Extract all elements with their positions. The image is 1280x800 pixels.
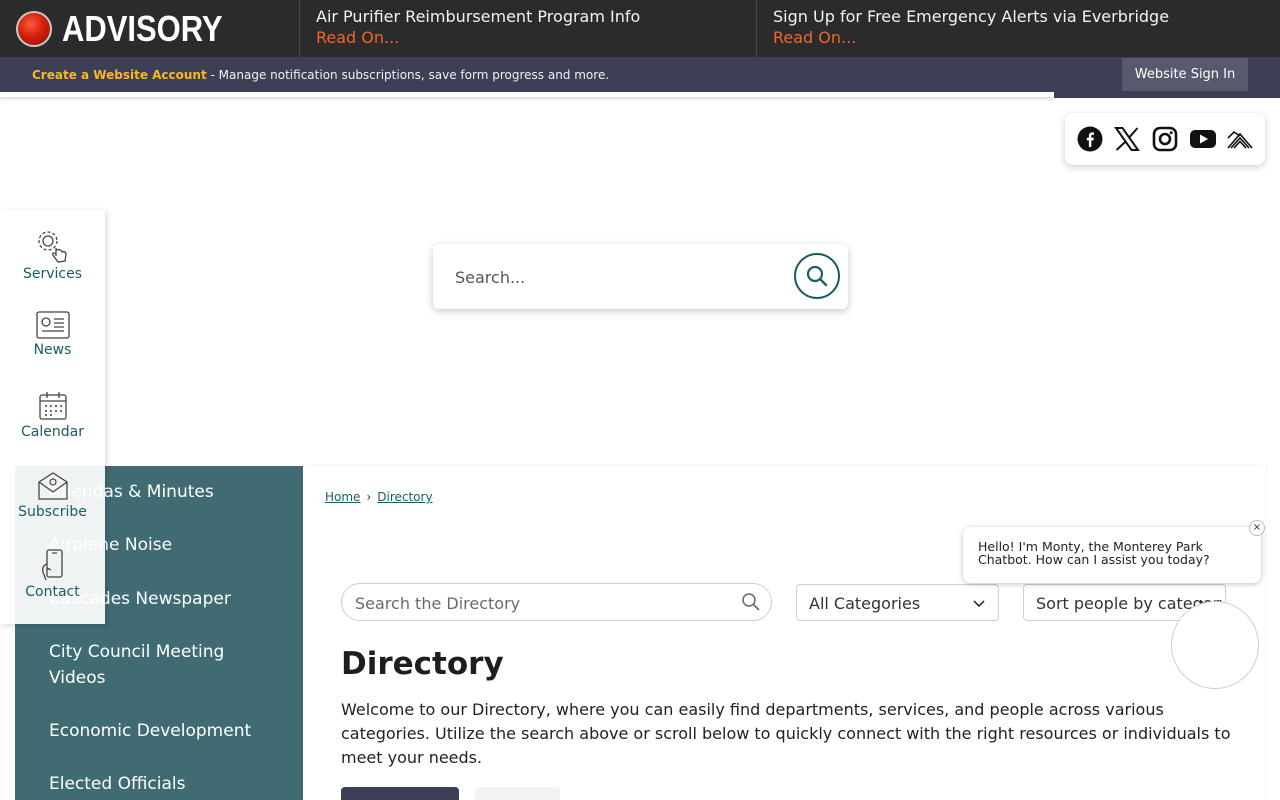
chevron-down-icon [972,595,986,614]
sign-in-button[interactable]: Website Sign In [1122,58,1248,91]
advisory-item-everbridge[interactable]: Sign Up for Free Emergency Alerts via Ev… [757,0,1280,57]
advisory-bar: ADVISORY Air Purifier Reimbursement Prog… [0,0,1280,57]
quick-link-calendar[interactable]: Calendar [0,390,105,440]
quick-link-label: Contact [25,584,80,600]
directory-search-input[interactable] [355,592,725,614]
search-button[interactable] [794,253,840,299]
advisory-item-title: Air Purifier Reimbursement Program Info [316,7,641,26]
newspaper-icon [35,311,70,339]
advisory-item-title: Sign Up for Free Emergency Alerts via Ev… [773,7,1170,26]
quick-links-panel: Services News Calendar Subscribe Contact [0,210,105,624]
x-icon[interactable] [1112,124,1142,154]
site-search [433,244,848,309]
gear-hand-icon [37,231,67,263]
main-content: Home › Directory All Categories Sort peo… [303,466,1265,800]
directory-tab-secondary[interactable] [475,787,560,800]
phone-icon [41,549,63,581]
quick-link-label: Subscribe [18,504,87,520]
envelope-icon [37,472,68,500]
advisory-title: ADVISORY [62,7,223,49]
nav-item-elected-officials[interactable]: Elected Officials [49,771,279,797]
quick-link-services[interactable]: Services [0,228,105,282]
create-account-link[interactable]: Create a Website Account [32,68,207,82]
quick-link-label: Services [22,266,83,282]
quick-link-label: News [33,342,72,358]
breadcrumb-directory[interactable]: Directory [377,490,432,504]
directory-search [341,583,772,621]
category-select[interactable]: All Categories [796,584,999,621]
advisory-label: ADVISORY [0,0,300,57]
quick-link-news[interactable]: News [0,310,105,358]
facebook-icon[interactable] [1075,124,1105,154]
header-divider [0,92,1054,97]
breadcrumb: Home › Directory [325,490,433,504]
instagram-icon[interactable] [1150,124,1180,154]
quick-link-label: Calendar [21,424,84,440]
alert-light-icon [16,10,52,47]
page-title: Directory [341,646,504,682]
read-more-link[interactable]: Read On... [316,27,740,48]
social-links [1065,113,1265,165]
read-more-link[interactable]: Read On... [773,27,1264,48]
breadcrumb-home[interactable]: Home [325,490,360,504]
quick-link-contact[interactable]: Contact [0,548,105,600]
youtube-icon[interactable] [1188,124,1218,154]
account-message: Create a Website Account - Manage notifi… [0,68,609,82]
nav-item-city-council-videos[interactable]: City Council Meeting Videos [49,639,279,691]
account-bar: Create a Website Account - Manage notifi… [0,57,1280,92]
calendar-icon [38,392,67,420]
nextdoor-icon[interactable] [1225,124,1255,154]
directory-tab-primary[interactable] [341,787,459,800]
chatbot-bubble[interactable]: Hello! I'm Monty, the Monterey Park Chat… [963,527,1261,583]
account-description: - Manage notification subscriptions, sav… [206,67,610,82]
header-divider-accent [1054,92,1280,98]
chatbot-close-button[interactable]: × [1249,520,1265,536]
advisory-item-air-purifier[interactable]: Air Purifier Reimbursement Program Info … [300,0,757,57]
chatbot-avatar[interactable] [1171,601,1259,689]
category-select-value: All Categories [809,594,921,613]
breadcrumb-separator: › [366,490,372,504]
search-icon[interactable] [741,592,761,616]
search-icon [806,265,828,287]
quick-link-subscribe[interactable]: Subscribe [0,470,105,520]
nav-item-economic-development[interactable]: Economic Development [49,718,279,744]
search-input[interactable] [455,262,785,292]
page-description: Welcome to our Directory, where you can … [341,700,1231,767]
